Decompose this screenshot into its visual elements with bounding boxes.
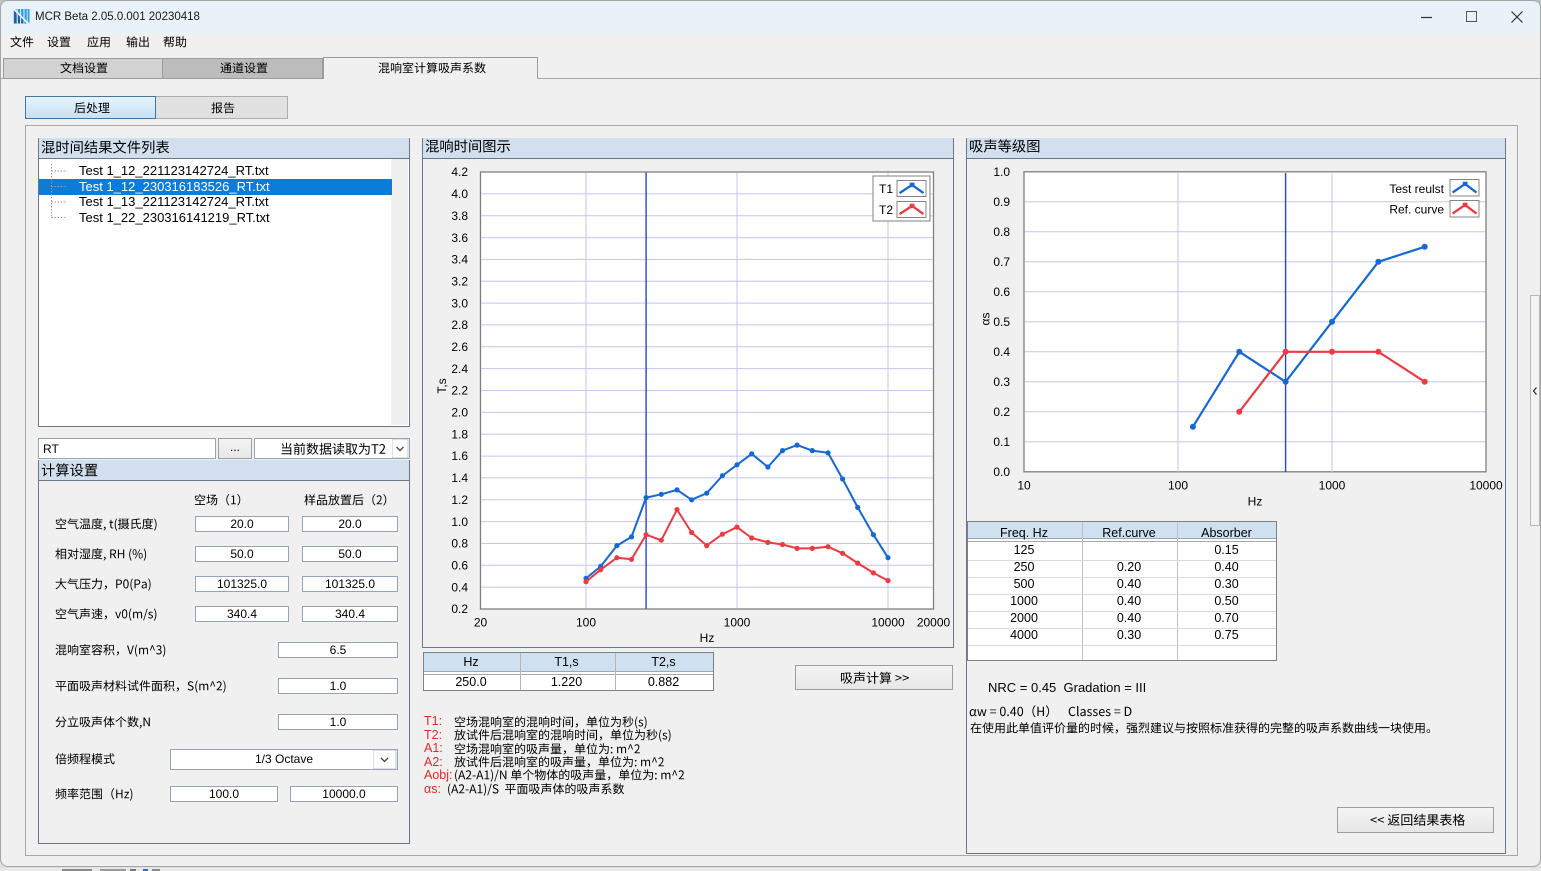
svg-text:2.6: 2.6 (451, 340, 468, 354)
svg-text:2.4: 2.4 (451, 362, 468, 376)
svg-text:T2: T2 (879, 203, 893, 217)
svg-text:2.0: 2.0 (451, 406, 468, 420)
svg-text:T,s: T,s (435, 378, 449, 393)
svg-text:4.0: 4.0 (451, 187, 468, 201)
svg-text:Hz: Hz (700, 631, 715, 645)
svg-text:3.0: 3.0 (451, 296, 468, 310)
svg-text:0.6: 0.6 (451, 559, 468, 573)
svg-text:0.2: 0.2 (993, 405, 1010, 419)
svg-text:0.7: 0.7 (993, 255, 1010, 269)
svg-text:2.2: 2.2 (451, 384, 468, 398)
svg-text:1.8: 1.8 (451, 427, 468, 441)
svg-text:0.8: 0.8 (451, 537, 468, 551)
svg-text:100: 100 (576, 616, 596, 630)
svg-text:4.2: 4.2 (451, 165, 468, 179)
svg-text:1.0: 1.0 (993, 165, 1010, 179)
svg-text:3.6: 3.6 (451, 231, 468, 245)
svg-text:0.8: 0.8 (993, 225, 1010, 239)
svg-text:0.5: 0.5 (993, 315, 1010, 329)
svg-text:0.4: 0.4 (993, 345, 1010, 359)
svg-text:3.4: 3.4 (451, 253, 468, 267)
svg-text:1.4: 1.4 (451, 471, 468, 485)
svg-text:1.2: 1.2 (451, 493, 468, 507)
svg-text:10000: 10000 (871, 616, 905, 630)
svg-text:1.0: 1.0 (451, 515, 468, 529)
svg-text:1000: 1000 (1319, 479, 1346, 493)
svg-text:0.2: 0.2 (451, 602, 468, 616)
svg-text:0.4: 0.4 (451, 580, 468, 594)
svg-text:100: 100 (1168, 479, 1188, 493)
svg-text:20000: 20000 (917, 616, 951, 630)
svg-text:αs: αs (979, 313, 993, 326)
svg-text:10: 10 (1017, 479, 1031, 493)
svg-text:T1: T1 (879, 182, 893, 196)
svg-text:1.6: 1.6 (451, 449, 468, 463)
svg-text:0.9: 0.9 (993, 195, 1010, 209)
svg-text:0.1: 0.1 (993, 435, 1010, 449)
svg-text:3.2: 3.2 (451, 274, 468, 288)
svg-text:Ref. curve: Ref. curve (1389, 203, 1444, 217)
svg-text:20: 20 (474, 616, 488, 630)
svg-text:0.6: 0.6 (993, 285, 1010, 299)
svg-text:10000: 10000 (1469, 479, 1503, 493)
svg-text:1000: 1000 (724, 616, 751, 630)
svg-text:3.8: 3.8 (451, 209, 468, 223)
svg-text:0.0: 0.0 (993, 465, 1010, 479)
svg-text:Test reulst: Test reulst (1389, 182, 1444, 196)
svg-text:0.3: 0.3 (993, 375, 1010, 389)
svg-text:2.8: 2.8 (451, 318, 468, 332)
svg-text:Hz: Hz (1248, 495, 1263, 509)
